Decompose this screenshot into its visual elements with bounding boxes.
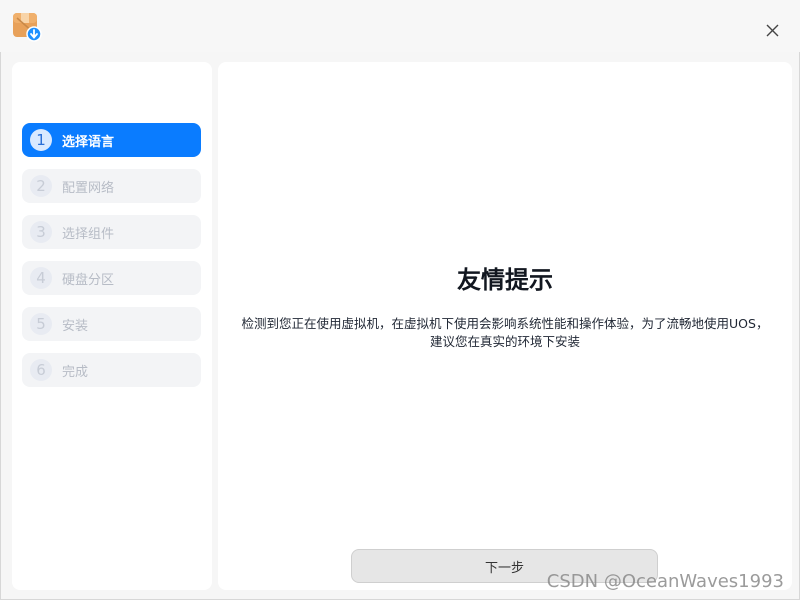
- package-install-icon: [12, 12, 42, 42]
- step-number: 5: [30, 313, 52, 335]
- step-label: 硬盘分区: [62, 272, 115, 288]
- step-number: 2: [30, 175, 52, 197]
- step-select-components[interactable]: 3 选择组件: [22, 215, 201, 249]
- step-label: 完成: [62, 364, 89, 380]
- step-label: 选择语言: [62, 134, 115, 150]
- titlebar: [0, 0, 800, 52]
- step-number: 4: [30, 267, 52, 289]
- step-complete[interactable]: 6 完成: [22, 353, 201, 387]
- step-number: 6: [30, 359, 52, 381]
- step-label: 安装: [62, 318, 89, 334]
- watermark-text: CSDN @OceanWaves1993: [546, 571, 784, 592]
- close-button[interactable]: [764, 22, 782, 40]
- main-panel: 友情提示 检测到您正在使用虚拟机，在虚拟机下使用会影响系统性能和操作体验，为了流…: [218, 62, 792, 590]
- step-configure-network[interactable]: 2 配置网络: [22, 169, 201, 203]
- steps-sidebar: 1 选择语言 2 配置网络 3 选择组件 4 硬盘分区 5 安装 6 完成: [12, 62, 212, 590]
- step-select-language[interactable]: 1 选择语言: [22, 123, 201, 157]
- step-disk-partition[interactable]: 4 硬盘分区: [22, 261, 201, 295]
- step-install[interactable]: 5 安装: [22, 307, 201, 341]
- step-label: 配置网络: [62, 180, 115, 196]
- page-title: 友情提示: [457, 266, 553, 294]
- warning-message: 检测到您正在使用虚拟机，在虚拟机下使用会影响系统性能和操作体验，为了流畅地使用U…: [241, 316, 769, 349]
- installer-window: 1 选择语言 2 配置网络 3 选择组件 4 硬盘分区 5 安装 6 完成 友情…: [0, 0, 800, 600]
- close-icon: [766, 24, 779, 37]
- step-label: 选择组件: [62, 226, 115, 242]
- step-number: 1: [30, 129, 52, 151]
- step-number: 3: [30, 221, 52, 243]
